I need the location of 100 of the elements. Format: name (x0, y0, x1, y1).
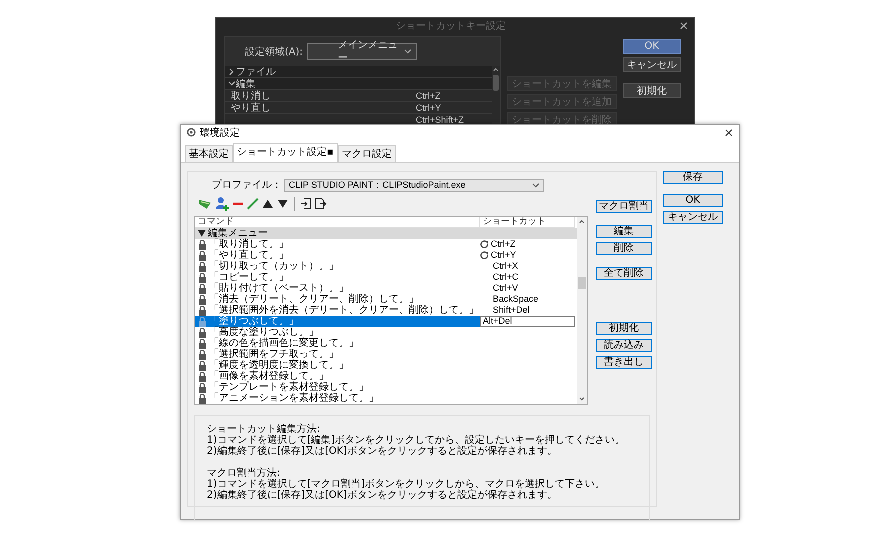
lock-icon (198, 272, 207, 282)
table-cell[interactable]: 「切り取って（カット）。」 (195, 261, 480, 272)
table-cell[interactable]: 「塗りつぶして。」 (195, 316, 480, 327)
lock-icon (198, 316, 207, 326)
lock-icon (198, 350, 207, 360)
caret-icon (404, 49, 412, 54)
table-cell[interactable]: 「取り消して。」 (195, 239, 480, 250)
lock-icon (198, 360, 207, 370)
shortcut-text: Shift+Del (493, 305, 530, 316)
lock-icon (198, 306, 207, 316)
dialog-button[interactable]: キャンセル (663, 211, 723, 224)
shortcut-text: BackSpace (493, 294, 539, 305)
dialog-button[interactable]: キャンセル (623, 57, 681, 72)
shortcut-text: Ctrl+Shift+Z (416, 114, 464, 124)
action-button[interactable]: 全て削除 (596, 267, 652, 280)
tree-item[interactable]: ファイル (236, 64, 276, 78)
table-cell[interactable]: 「コピーして。」 (195, 272, 480, 283)
table-cell[interactable]: 「テンプレートを素材登録して。」 (195, 382, 480, 393)
shortcut-text: Ctrl+Y (491, 250, 516, 261)
lock-icon (198, 284, 207, 294)
table-cell[interactable]: 「選択範囲をフチ取って。」 (195, 349, 480, 360)
command-text: 「切り取って（カット）。」 (209, 261, 339, 272)
field-label: プロファイル： (212, 178, 282, 192)
group-row[interactable]: 編集メニュー (195, 228, 577, 239)
info-heading: ショートカット編集方法: (207, 424, 322, 435)
command-text: 「やり直して。」 (209, 250, 289, 261)
lock-icon (198, 372, 207, 382)
export-icon[interactable] (315, 198, 327, 210)
shortcut-text: Ctrl+Y (416, 102, 442, 112)
dialog-title: ショートカットキー設定 (395, 20, 507, 32)
area-dropdown[interactable]: メインメニュー (307, 43, 418, 60)
lock-icon (198, 294, 207, 304)
chevron-down-icon[interactable] (228, 80, 236, 88)
dialog-button[interactable]: 初期化 (623, 83, 681, 98)
field-label: 設定領域(A): (245, 46, 304, 58)
command-label: 取り消し (231, 90, 272, 102)
close-icon[interactable] (725, 128, 733, 136)
profile-dropdown[interactable]: CLIP STUDIO PAINT：CLIPStudioPaint.exe (284, 178, 544, 192)
action-button[interactable]: 読み込み (596, 339, 652, 352)
down-triangle-icon[interactable] (277, 199, 289, 209)
command-text: 「コピーして。」 (209, 272, 289, 283)
import-icon[interactable] (300, 198, 312, 210)
command-text: 「選択範囲をフチ取って。」 (209, 349, 339, 360)
shortcut-text: Ctrl+Z (491, 239, 516, 250)
command-text: 「取り消して。」 (209, 239, 289, 250)
table-cell[interactable]: 「アニメーションを素材登録して。」 (195, 393, 480, 404)
tab[interactable]: ショートカット設定▪ (233, 143, 338, 162)
tab[interactable]: マクロ設定 (338, 145, 396, 162)
table-cell[interactable]: 「やり直して。」 (195, 250, 480, 261)
dropdown-value: CLIP STUDIO PAINT：CLIPStudioPaint.exe (289, 178, 466, 192)
command-text: 「塗りつぶして。」 (209, 316, 299, 327)
tag-icon[interactable] (198, 198, 212, 210)
action-button[interactable]: 初期化 (596, 322, 652, 335)
table-cell[interactable]: 「貼り付けて（ペースト）。」 (195, 283, 480, 294)
up-triangle-icon[interactable] (262, 199, 274, 209)
table-cell[interactable]: 「高度な塗りつぶし。」 (195, 327, 480, 338)
info-text: 1)コマンドを選択して[編集]ボタンをクリックしてから、設定したいキーを押してください。 (207, 435, 626, 446)
gear-icon (187, 128, 196, 137)
shortcut-text: Ctrl+X (493, 261, 518, 272)
info-text: 1)コマンドを選択して[マクロ割当]ボタンをクリックしから、マクロを選択して下さい。 (207, 479, 606, 490)
action-button[interactable]: 削除 (596, 242, 652, 255)
table-cell[interactable]: 「線の色を描画色に変更して。」 (195, 338, 480, 349)
shortcut-text: Ctrl+V (493, 283, 518, 294)
shortcut-text: Ctrl+Z (416, 90, 441, 100)
command-text: 「アニメーションを素材登録して。」 (209, 393, 379, 404)
table-cell[interactable]: 「画像を素材登録して。」 (195, 371, 480, 382)
command-text: 「輝度を透明度に変換して。」 (209, 360, 349, 371)
action-button[interactable]: 書き出し (596, 356, 652, 369)
lock-icon (198, 394, 207, 404)
table-cell[interactable]: 「消去（デリート、クリアー、削除）して。」 (195, 294, 480, 305)
tab[interactable]: 基本設定 (185, 145, 233, 162)
lock-icon (198, 240, 207, 250)
lock-icon (198, 262, 207, 272)
info-text: 2)編集終了後に[保存]又は[OK]ボタンをクリックすると設定が保存されます。 (207, 490, 558, 501)
group-label: 編集メニュー (208, 228, 268, 239)
down-triangle-icon[interactable] (198, 230, 206, 237)
command-label: やり直し (231, 102, 272, 114)
user-add-icon[interactable] (215, 197, 229, 211)
dialog-button[interactable]: 保存 (663, 171, 723, 184)
shortcut-input[interactable]: Alt+Del (480, 316, 575, 327)
command-text: 「線の色を描画色に変更して。」 (209, 338, 359, 349)
lock-icon (198, 382, 207, 392)
shortcut-text: Ctrl+C (493, 272, 519, 283)
action-button[interactable]: マクロ割当 (596, 200, 652, 213)
lock-icon (198, 338, 207, 348)
info-heading: マクロ割当方法: (207, 468, 282, 479)
table-cell[interactable]: 「輝度を透明度に変換して。」 (195, 360, 480, 371)
tree-item[interactable]: 編集 (236, 76, 256, 90)
lock-icon (198, 250, 207, 260)
close-icon[interactable] (680, 22, 688, 30)
info-text: 2)編集終了後に[保存]又は[OK]ボタンをクリックすると設定が保存されます。 (207, 446, 558, 457)
action-button[interactable]: 編集 (596, 225, 652, 238)
dialog-button[interactable]: OK (623, 39, 681, 54)
dialog-button[interactable]: OK (663, 194, 723, 207)
command-text: 「消去（デリート、クリアー、削除）して。」 (209, 294, 419, 305)
caret-icon (532, 182, 540, 188)
command-text: 「画像を素材登録して。」 (209, 371, 329, 382)
chevron-right-icon[interactable] (228, 68, 236, 76)
scrollbar[interactable] (577, 217, 587, 404)
window-title: 環境設定 (200, 126, 241, 140)
